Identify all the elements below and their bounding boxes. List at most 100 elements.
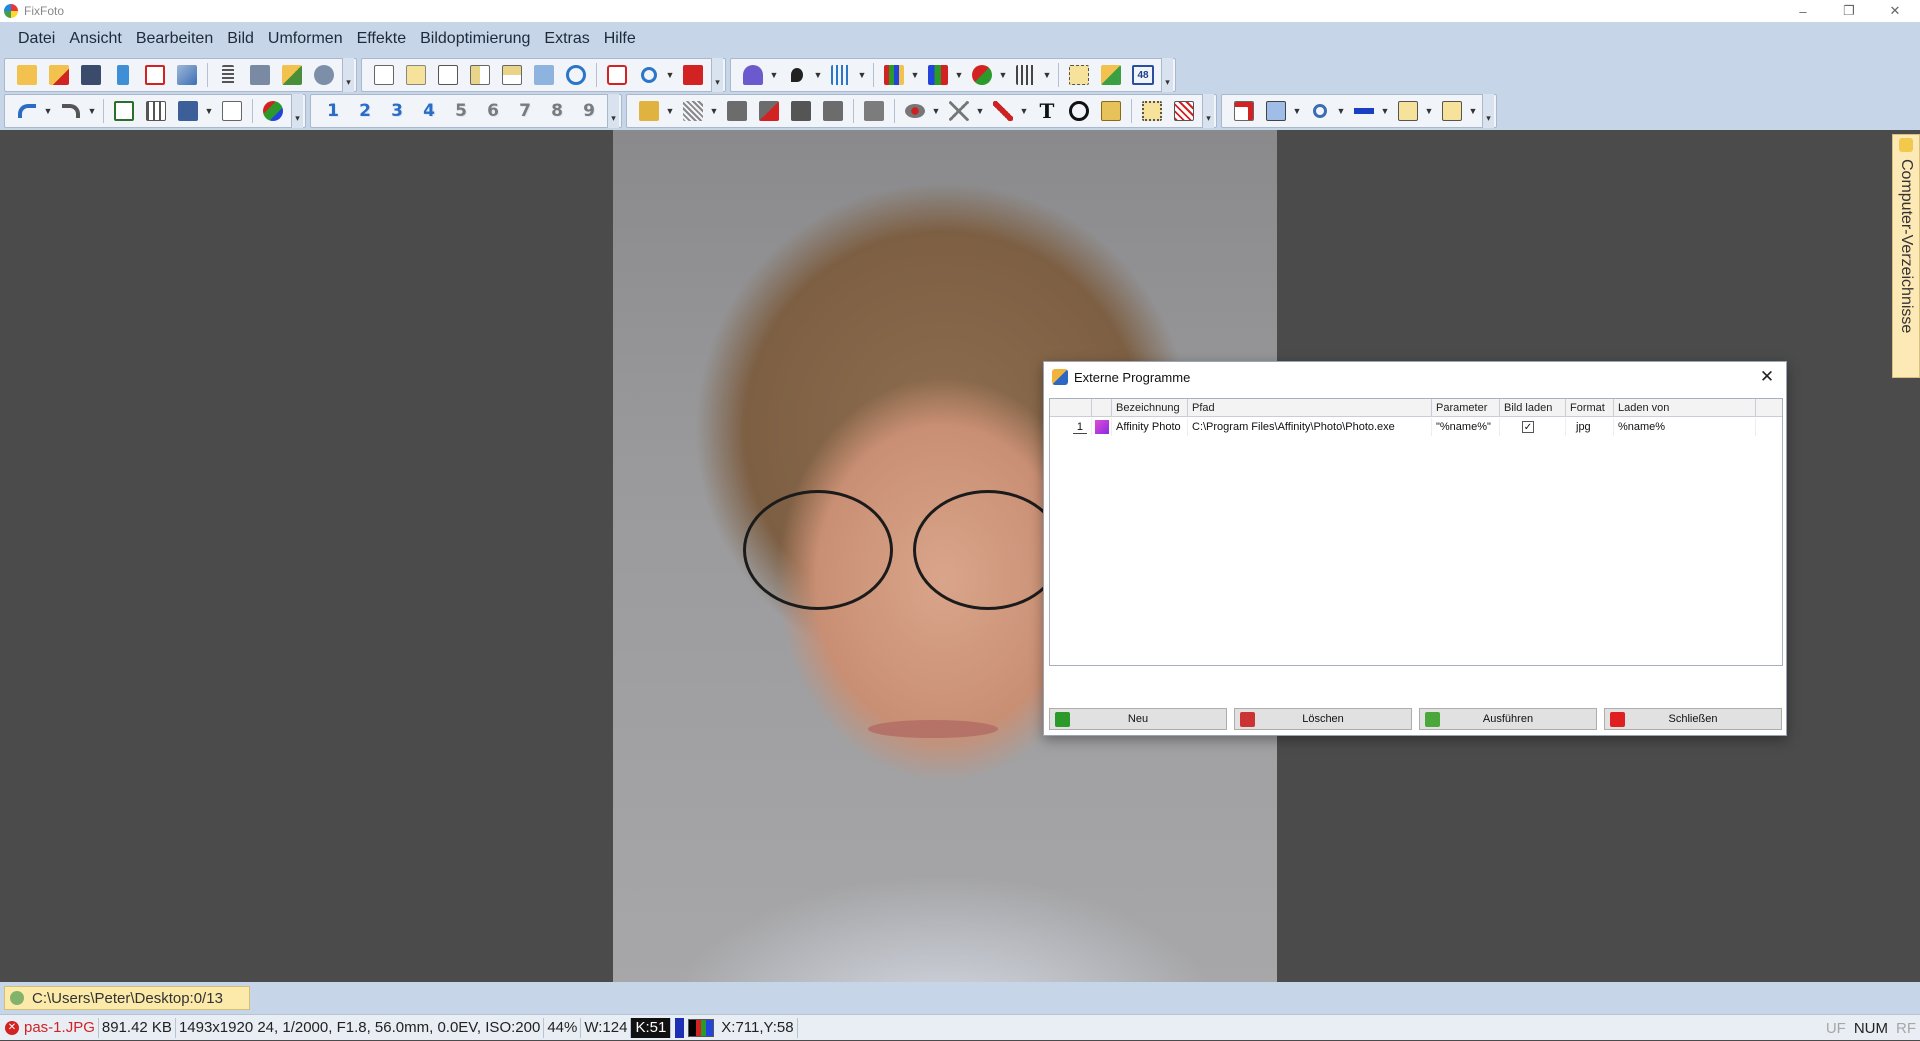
preset-1-button[interactable]: 1	[320, 98, 346, 124]
mask-dropdown[interactable]: ▼	[998, 62, 1008, 88]
preset-4-button[interactable]: 4	[416, 98, 442, 124]
preset-3-button[interactable]: 3	[384, 98, 410, 124]
refresh-button[interactable]	[563, 62, 589, 88]
page-button[interactable]	[371, 62, 397, 88]
shape-button[interactable]	[740, 62, 766, 88]
row-load-from[interactable]: %name%	[1614, 418, 1756, 436]
send-button[interactable]	[174, 62, 200, 88]
rows-button[interactable]	[499, 62, 525, 88]
run-button[interactable]: Ausführen	[1419, 708, 1597, 730]
header-parameter[interactable]: Parameter	[1432, 399, 1500, 417]
toolbar-overflow[interactable]: ▾	[1161, 58, 1173, 92]
selection-button[interactable]	[1139, 98, 1165, 124]
print-list-button[interactable]	[215, 62, 241, 88]
zoom-button[interactable]	[636, 62, 662, 88]
preset-9-button[interactable]: 9	[576, 98, 602, 124]
toolbar-overflow[interactable]: ▾	[291, 94, 303, 128]
text-button[interactable]: T	[1034, 98, 1060, 124]
frame-button[interactable]	[403, 62, 429, 88]
adjust-button[interactable]	[143, 98, 169, 124]
menu-ansicht[interactable]: Ansicht	[62, 30, 128, 48]
copy-button[interactable]	[219, 98, 245, 124]
trapezoid-dropdown[interactable]: ▼	[1468, 98, 1478, 124]
computer-directories-tab[interactable]: Computer-Verzeichnisse	[1892, 134, 1920, 378]
mask-button[interactable]	[969, 62, 995, 88]
toolbar-overflow[interactable]: ▾	[711, 58, 723, 92]
row-format[interactable]: jpg	[1566, 418, 1614, 436]
curves-button[interactable]	[828, 62, 854, 88]
close-window-button[interactable]: ✕	[1872, 0, 1918, 22]
crop-lines-dropdown[interactable]: ▼	[975, 98, 985, 124]
menu-datei[interactable]: Datei	[11, 30, 62, 48]
dialog-title-bar[interactable]: Externe Programme ✕	[1044, 362, 1786, 392]
perspective-button[interactable]	[1395, 98, 1421, 124]
device-button[interactable]	[110, 62, 136, 88]
menu-bildoptimierung[interactable]: Bildoptimierung	[413, 30, 537, 48]
collage-button[interactable]	[1066, 62, 1092, 88]
redeye-button[interactable]	[902, 98, 928, 124]
convert-button[interactable]	[531, 62, 557, 88]
flip-dropdown[interactable]: ▼	[1380, 98, 1390, 124]
redeye-dropdown[interactable]: ▼	[931, 98, 941, 124]
delete-entry-button[interactable]: Löschen	[1234, 708, 1412, 730]
cut-dropdown[interactable]: ▼	[1336, 98, 1346, 124]
image-button[interactable]	[435, 62, 461, 88]
preset-5-button[interactable]: 5	[448, 98, 474, 124]
header-bezeichnung[interactable]: Bezeichnung	[1112, 399, 1188, 417]
grid-dropdown[interactable]: ▼	[1042, 62, 1052, 88]
undo-button[interactable]	[14, 98, 40, 124]
toolbar-overflow[interactable]: ▾	[342, 58, 354, 92]
zoom-dropdown[interactable]: ▼	[665, 62, 675, 88]
open-folder-button[interactable]	[14, 62, 40, 88]
redo-dropdown[interactable]: ▼	[87, 98, 97, 124]
current-path[interactable]: C:\Users\Peter\Desktop:0/13	[4, 986, 250, 1010]
fit-button[interactable]	[604, 62, 630, 88]
preset-7-button[interactable]: 7	[512, 98, 538, 124]
size-badge-button[interactable]: 48	[1130, 62, 1156, 88]
curves-dropdown[interactable]: ▼	[857, 62, 867, 88]
insert-button[interactable]	[1263, 98, 1289, 124]
header-pfad[interactable]: Pfad	[1188, 399, 1432, 417]
print-button[interactable]	[247, 62, 273, 88]
noise-dropdown[interactable]: ▼	[709, 98, 719, 124]
mark-button[interactable]	[1231, 98, 1257, 124]
preset-2-button[interactable]: 2	[352, 98, 378, 124]
enhance-button[interactable]	[1098, 62, 1124, 88]
insert-dropdown[interactable]: ▼	[1292, 98, 1302, 124]
restore-button[interactable]: ❐	[1826, 0, 1872, 22]
new-button[interactable]: Neu	[1049, 708, 1227, 730]
scan-button[interactable]	[78, 62, 104, 88]
retouch-button[interactable]	[990, 98, 1016, 124]
menu-effekte[interactable]: Effekte	[350, 30, 414, 48]
menu-umformen[interactable]: Umformen	[261, 30, 350, 48]
row-path[interactable]: C:\Program Files\Affinity\Photo\Photo.ex…	[1188, 418, 1432, 436]
compare-button[interactable]	[111, 98, 137, 124]
pattern-button[interactable]	[1171, 98, 1197, 124]
toolbar-overflow[interactable]: ▾	[1482, 94, 1494, 128]
preset-8-button[interactable]: 8	[544, 98, 570, 124]
delete-button[interactable]	[680, 62, 706, 88]
layer-2-button[interactable]	[756, 98, 782, 124]
edit-button[interactable]	[279, 62, 305, 88]
drop-button[interactable]	[784, 62, 810, 88]
load-image-checkbox[interactable]: ✓	[1522, 421, 1534, 433]
color-dropdown[interactable]: ▼	[954, 62, 964, 88]
cut-button[interactable]	[1307, 98, 1333, 124]
chart-dropdown[interactable]: ▼	[910, 62, 920, 88]
layer-3-button[interactable]	[788, 98, 814, 124]
close-dialog-button[interactable]: Schließen	[1604, 708, 1782, 730]
menu-bearbeiten[interactable]: Bearbeiten	[129, 30, 220, 48]
save-button[interactable]	[175, 98, 201, 124]
shape-dropdown[interactable]: ▼	[769, 62, 779, 88]
close-file-button[interactable]	[46, 62, 72, 88]
redo-button[interactable]	[58, 98, 84, 124]
table-row[interactable]: 1 Affinity Photo C:\Program Files\Affini…	[1050, 418, 1782, 436]
crop-lines-button[interactable]	[946, 98, 972, 124]
pdf-button[interactable]	[142, 62, 168, 88]
flip-button[interactable]	[1351, 98, 1377, 124]
trapezoid-button[interactable]	[1439, 98, 1465, 124]
copyright-button[interactable]	[1066, 98, 1092, 124]
preset-6-button[interactable]: 6	[480, 98, 506, 124]
retouch-dropdown[interactable]: ▼	[1019, 98, 1029, 124]
toolbar-overflow[interactable]: ▾	[607, 94, 619, 128]
